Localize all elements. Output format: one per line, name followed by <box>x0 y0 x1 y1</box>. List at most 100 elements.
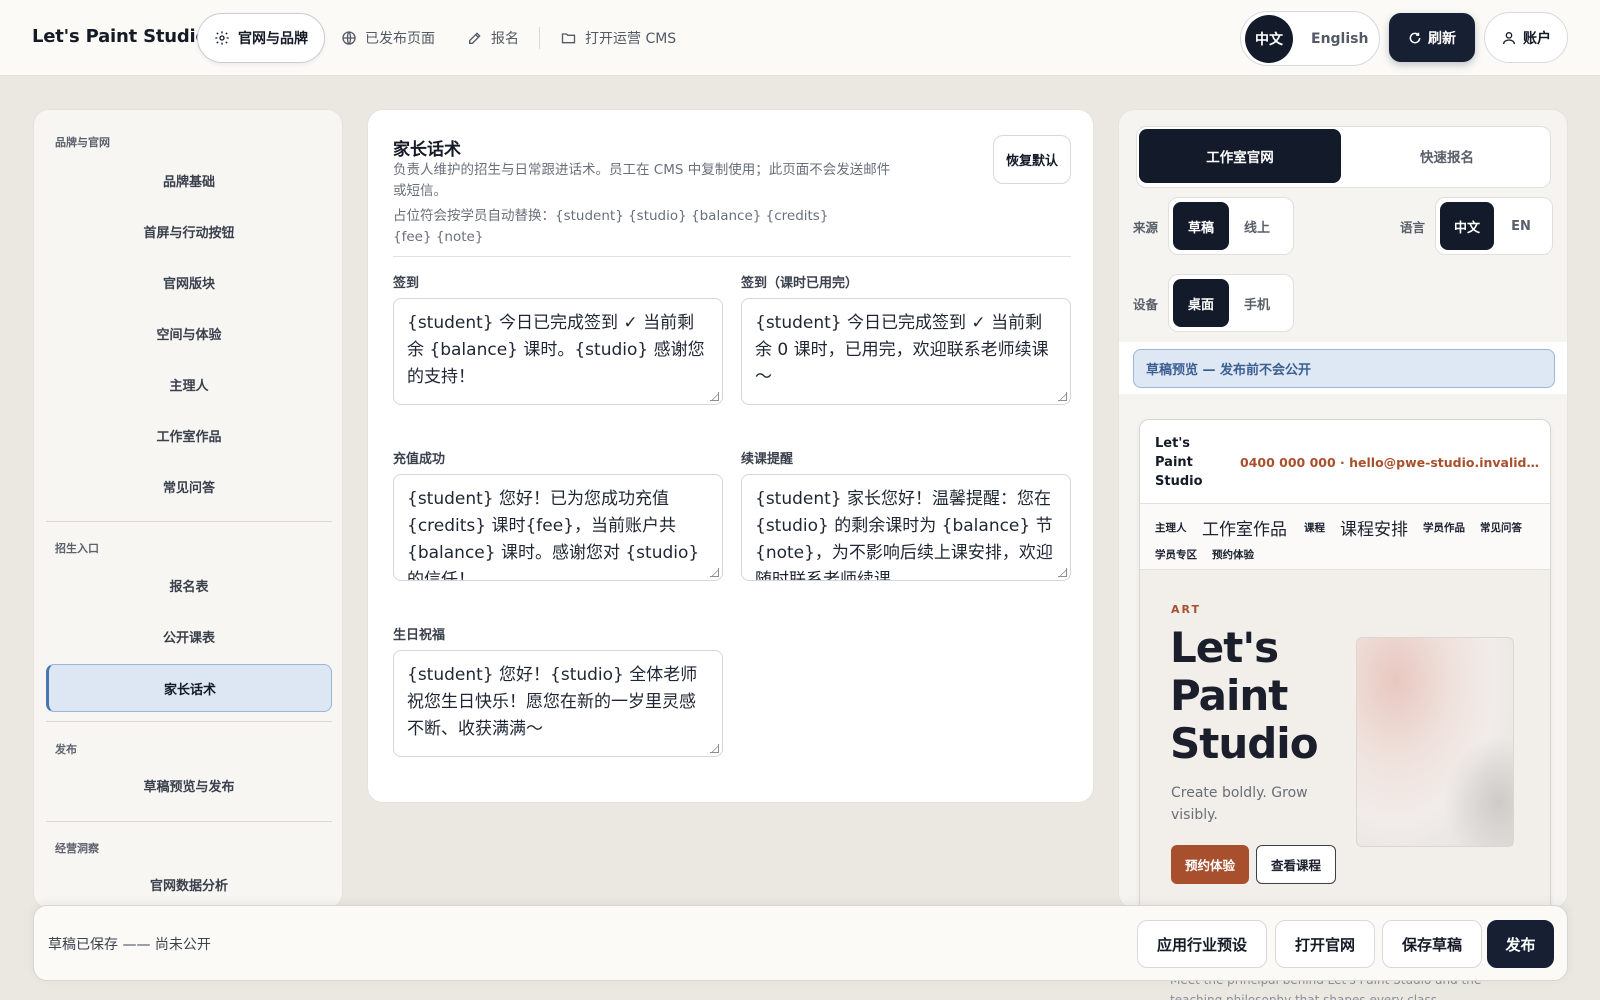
birthday-textarea[interactable]: {student} 您好！{studio} 全体老师祝您生日快乐！愿您在新的一岁… <box>393 650 723 757</box>
user-icon <box>1503 31 1515 44</box>
field-label-topup: 充值成功 <box>393 452 446 467</box>
gear-icon <box>215 31 229 45</box>
globe-icon <box>342 31 356 45</box>
apply-preset-button[interactable]: 应用行业预设 <box>1137 920 1267 968</box>
save-status: 草稿已保存 —— 尚未公开 <box>48 937 211 953</box>
sidebar-divider <box>46 821 332 822</box>
language-option-zh[interactable]: 中文 <box>1440 202 1494 250</box>
save-draft-button[interactable]: 保存草稿 <box>1382 920 1482 968</box>
language-toggle: 中文 English <box>1240 11 1380 66</box>
nav-open-cms[interactable]: 打开运营 CMS <box>544 13 692 63</box>
folder-icon <box>561 33 576 44</box>
source-option-draft[interactable]: 草稿 <box>1173 202 1229 250</box>
checkin-textarea[interactable]: {student} 今日已完成签到 ✓ 当前剩余 {balance} 课时。{s… <box>393 298 723 405</box>
sidebar-divider <box>46 521 332 522</box>
language-option-en[interactable]: EN <box>1494 202 1548 250</box>
sidebar-group-title: 发布 <box>55 743 77 756</box>
nav-site-brand[interactable]: 官网与品牌 <box>197 13 325 63</box>
sidebar-group-title: 品牌与官网 <box>55 136 110 149</box>
book-trial-button[interactable]: 预约体验 <box>1171 845 1249 884</box>
hero-title: Let's Paint Studio <box>1170 623 1319 768</box>
sidebar-item-site-sections[interactable]: 官网版块 <box>46 259 332 305</box>
refresh-button[interactable]: 刷新 <box>1389 13 1475 62</box>
sidebar-group-title: 招生入口 <box>55 542 99 555</box>
site-nav-item[interactable]: 学员专区 <box>1155 547 1197 562</box>
sidebar-item-principal[interactable]: 主理人 <box>46 361 332 407</box>
sidebar-item-site-analytics[interactable]: 官网数据分析 <box>46 861 332 907</box>
nav-enrollment[interactable]: 报名 <box>451 13 535 63</box>
site-header: Let's Paint Studio 0400 000 000 · hello@… <box>1140 420 1550 504</box>
sidebar-item-faq[interactable]: 常见问答 <box>46 463 332 509</box>
view-courses-button[interactable]: 查看课程 <box>1256 845 1336 884</box>
site-contact: 0400 000 000 · hello@pwe-studio.invalid … <box>1240 455 1540 470</box>
account-label: 账户 <box>1523 30 1551 47</box>
refresh-label: 刷新 <box>1428 30 1456 47</box>
parent-scripts-editor: 家长话术 负责人维护的招生与日常跟进话术。员工在 CMS 中复制使用；此页面不会… <box>367 109 1094 803</box>
field-label-renewal: 续课提醒 <box>741 452 794 467</box>
site-nav-item[interactable]: 课程安排 <box>1340 515 1408 540</box>
language-segment: 中文 EN <box>1435 197 1553 255</box>
nav-separator <box>539 27 540 49</box>
sidebar-item-public-timetable[interactable]: 公开课表 <box>46 613 332 659</box>
lang-option-zh[interactable]: 中文 <box>1245 14 1293 63</box>
source-option-live[interactable]: 线上 <box>1229 202 1285 250</box>
site-nav-item[interactable]: 常见问答 <box>1480 520 1522 535</box>
placeholder-note: 占位符会按学员自动替换：{student} {studio} {balance}… <box>393 208 829 245</box>
site-preview-frame: Let's Paint Studio 0400 000 000 · hello@… <box>1139 419 1551 908</box>
site-nav-item[interactable]: 主理人 <box>1155 520 1187 535</box>
publish-button[interactable]: 发布 <box>1487 920 1554 968</box>
hero-kicker: ART <box>1171 603 1201 616</box>
sidebar-item-draft-publish[interactable]: 草稿预览与发布 <box>46 762 332 808</box>
sidebar-group-title: 经营洞察 <box>55 842 99 855</box>
device-segment: 桌面 手机 <box>1168 274 1294 332</box>
editor-divider <box>393 256 1071 257</box>
site-brand: Let's Paint Studio <box>1155 436 1203 489</box>
tab-studio-site[interactable]: 工作室官网 <box>1139 129 1341 183</box>
top-bar: Let's Paint Studio 官网与品牌 已发布页面 报名 打开运营 C… <box>0 0 1600 76</box>
bottom-action-bar: 草稿已保存 —— 尚未公开 应用行业预设 打开官网 保存草稿 发布 <box>33 905 1568 981</box>
open-site-button[interactable]: 打开官网 <box>1275 920 1375 968</box>
nav-label: 打开运营 CMS <box>585 31 677 47</box>
language-label: 语言 <box>1400 220 1426 235</box>
field-label-checkin: 签到 <box>393 276 420 291</box>
sidebar-item-studio-works[interactable]: 工作室作品 <box>46 412 332 458</box>
sidebar: 品牌与官网 品牌基础 首屏与行动按钮 官网版块 空间与体验 主理人 工作室作品 … <box>33 109 343 909</box>
topup-textarea[interactable]: {student} 您好！已为您成功充值 {credits} 课时{fee}，当… <box>393 474 723 581</box>
app-brand: Let's Paint Studio <box>32 26 208 47</box>
source-label: 来源 <box>1133 220 1159 235</box>
sidebar-item-brand-basics[interactable]: 品牌基础 <box>46 157 332 203</box>
checkin-empty-textarea[interactable]: {student} 今日已完成签到 ✓ 当前剩余 0 课时，已用完，欢迎联系老师… <box>741 298 1071 405</box>
field-label-birthday: 生日祝福 <box>393 628 446 643</box>
refresh-icon <box>1409 32 1421 43</box>
site-nav-item[interactable]: 预约体验 <box>1212 547 1254 562</box>
sidebar-item-space-experience[interactable]: 空间与体验 <box>46 310 332 356</box>
preview-panel: 工作室官网 快速报名 来源 草稿 线上 语言 中文 EN 设备 桌面 手机 草稿… <box>1118 109 1568 909</box>
editor-description: 负责人维护的招生与日常跟进话术。员工在 CMS 中复制使用；此页面不会发送邮件或… <box>393 162 891 199</box>
device-label: 设备 <box>1133 297 1159 312</box>
device-option-mobile[interactable]: 手机 <box>1229 279 1285 327</box>
site-nav-item[interactable]: 工作室作品 <box>1202 515 1287 540</box>
source-segment: 草稿 线上 <box>1168 197 1294 255</box>
reset-default-button[interactable]: 恢复默认 <box>993 135 1071 184</box>
hero-image <box>1356 637 1514 847</box>
hero-tagline: Create boldly. Grow visibly. <box>1171 785 1308 823</box>
site-nav-item[interactable]: 学员作品 <box>1423 520 1465 535</box>
sidebar-divider <box>46 721 332 722</box>
nav-published-pages[interactable]: 已发布页面 <box>325 13 451 63</box>
site-nav-item[interactable]: 课程 <box>1304 520 1325 535</box>
site-nav: 主理人 工作室作品 课程 课程安排 学员作品 常见问答 学员专区 预约体验 <box>1140 504 1550 570</box>
editor-title: 家长话术 <box>393 140 461 160</box>
nav-label: 已发布页面 <box>365 31 435 47</box>
renewal-textarea[interactable]: {student} 家长您好！温馨提醒：您在 {studio} 的剩余课时为 {… <box>741 474 1071 581</box>
sidebar-item-hero-cta[interactable]: 首屏与行动按钮 <box>46 208 332 254</box>
sidebar-item-enroll-form[interactable]: 报名表 <box>46 562 332 608</box>
sidebar-item-parent-scripts[interactable]: 家长话术 <box>46 664 332 712</box>
edit-icon <box>469 32 481 44</box>
device-option-desktop[interactable]: 桌面 <box>1173 279 1229 327</box>
preview-tabs: 工作室官网 快速报名 <box>1136 126 1551 188</box>
nav-label: 报名 <box>491 31 519 47</box>
account-button[interactable]: 账户 <box>1484 12 1568 63</box>
tab-quick-enroll[interactable]: 快速报名 <box>1346 129 1548 183</box>
nav-label: 官网与品牌 <box>238 31 308 47</box>
lang-option-en[interactable]: English <box>1311 31 1368 47</box>
